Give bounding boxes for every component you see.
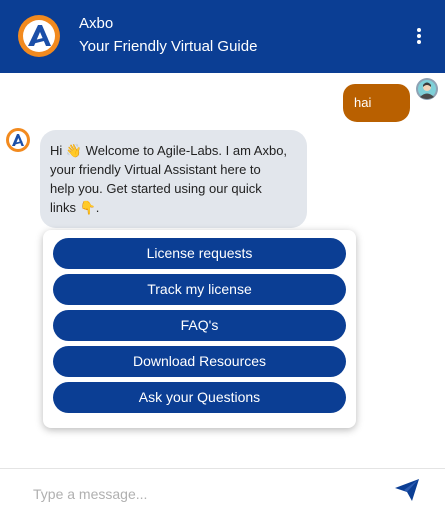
quick-links-card: License requests Track my license FAQ's … [43,230,356,428]
bot-message-line: help you. Get started using our quick [50,181,262,196]
bot-avatar-icon [6,128,30,152]
ask-questions-button[interactable]: Ask your Questions [53,382,346,413]
download-resources-button[interactable]: Download Resources [53,346,346,377]
user-message-bubble: hai [343,84,410,122]
message-input[interactable] [33,479,373,509]
bot-message-line: Hi 👋 Welcome to Agile-Labs. I am Axbo, [50,143,288,158]
bot-message-line: your friendly Virtual Assistant here to [50,162,261,177]
user-message-text: hai [354,95,372,110]
track-license-button[interactable]: Track my license [53,274,346,305]
bot-name: Axbo [79,15,114,32]
user-avatar-icon [416,78,438,100]
bot-tagline: Your Friendly Virtual Guide [79,38,258,55]
axbo-logo-icon [18,15,60,57]
send-icon[interactable] [394,478,420,502]
bot-message-line: links 👇. [50,200,100,215]
chat-header: Axbo Your Friendly Virtual Guide [0,0,445,73]
kebab-menu-icon[interactable] [411,25,427,47]
bot-message-bubble: Hi 👋 Welcome to Agile-Labs. I am Axbo, y… [40,130,307,228]
faq-button[interactable]: FAQ's [53,310,346,341]
license-requests-button[interactable]: License requests [53,238,346,269]
message-composer [0,469,445,519]
